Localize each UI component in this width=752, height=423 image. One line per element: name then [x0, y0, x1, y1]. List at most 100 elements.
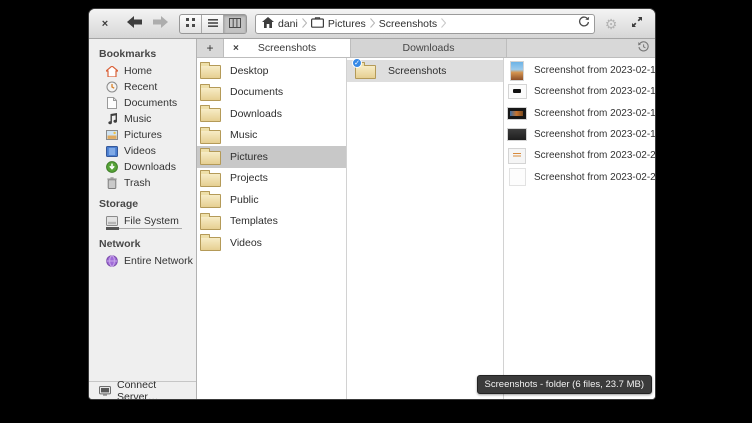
chevron-right-icon: [370, 15, 375, 33]
folder-icon: [200, 108, 221, 122]
column-view-icon: [229, 15, 241, 33]
chevron-right-icon: [441, 15, 446, 33]
refresh-icon: [578, 15, 590, 33]
folder-label: Public: [230, 194, 259, 206]
image-thumbnail-icon: [507, 61, 527, 81]
back-arrow-icon: [127, 15, 142, 33]
tab-label: Screenshots: [258, 42, 316, 54]
folder-label: Templates: [230, 215, 278, 227]
home-icon: [262, 17, 274, 31]
folder-row-screenshots-selected[interactable]: ✓ Screenshots: [347, 60, 503, 82]
folder-icon: [200, 194, 221, 208]
file-row[interactable]: Screenshot from 2023-02-15 17...: [504, 124, 655, 145]
sidebar-item-file-system[interactable]: File System: [89, 213, 196, 229]
folder-icon: [200, 87, 221, 101]
downloads-icon: [106, 161, 118, 173]
sidebar-item-recent[interactable]: Recent: [89, 79, 196, 95]
image-thumbnail-icon: [507, 82, 527, 102]
folder-label: Screenshots: [388, 65, 446, 77]
sidebar-spacer: [89, 269, 196, 381]
forward-button[interactable]: [149, 14, 171, 34]
settings-button[interactable]: ⚙: [601, 14, 621, 34]
image-thumbnail-icon: [507, 103, 527, 123]
folder-label: Desktop: [230, 65, 269, 77]
sidebar-item-trash[interactable]: Trash: [89, 175, 196, 191]
home-icon: [106, 65, 118, 77]
sidebar-item-label: Home: [124, 65, 152, 77]
grid-view-button[interactable]: [180, 15, 202, 33]
folder-icon: [200, 216, 221, 230]
folder-icon: ✓: [355, 65, 376, 79]
sidebar-item-videos[interactable]: Videos: [89, 143, 196, 159]
connect-server-label: Connect Server…: [117, 379, 196, 401]
music-icon: [106, 113, 118, 125]
sidebar-item-label: Pictures: [124, 129, 162, 141]
sidebar-item-documents[interactable]: Documents: [89, 95, 196, 111]
window-close-button[interactable]: ×: [97, 16, 113, 32]
breadcrumb-segment-pictures[interactable]: Pictures: [309, 17, 368, 31]
folder-row-templates[interactable]: Templates: [197, 211, 346, 233]
breadcrumb-segment-home[interactable]: dani: [260, 17, 300, 31]
file-row[interactable]: Screenshot from 2023-02-23 20...: [504, 166, 655, 187]
list-view-icon: [208, 15, 218, 33]
breadcrumb-segment-current[interactable]: Screenshots: [377, 18, 439, 30]
sidebar-item-pictures[interactable]: Pictures: [89, 127, 196, 143]
close-tab-icon[interactable]: ×: [233, 39, 239, 57]
status-tooltip: Screenshots - folder (6 files, 23.7 MB): [477, 375, 652, 394]
pictures-folder-icon: [311, 17, 324, 31]
back-button[interactable]: [123, 14, 145, 34]
tab-label: Downloads: [403, 42, 455, 54]
server-icon: [99, 385, 111, 397]
disk-usage-fill: [106, 227, 119, 230]
folder-row-music[interactable]: Music: [197, 125, 346, 147]
file-row[interactable]: Screenshot from 2023-02-14 23...: [504, 60, 655, 81]
tab-downloads[interactable]: Downloads: [351, 39, 507, 57]
sidebar-item-music[interactable]: Music: [89, 111, 196, 127]
sidebar-header-storage: Storage: [89, 195, 196, 213]
gear-icon: ⚙: [605, 17, 618, 31]
folder-row-documents[interactable]: Documents: [197, 82, 346, 104]
folder-row-downloads[interactable]: Downloads: [197, 103, 346, 125]
disk-usage-bar: [106, 228, 182, 229]
connect-server-button[interactable]: Connect Server…: [89, 381, 196, 399]
file-name: Screenshot from 2023-02-15 16...: [534, 108, 655, 119]
sidebar-item-label: Recent: [124, 81, 157, 93]
sidebar-item-home[interactable]: Home: [89, 63, 196, 79]
restore-tabs-button[interactable]: [631, 39, 655, 57]
sidebar-item-label: Downloads: [124, 161, 176, 173]
refresh-button[interactable]: [578, 15, 590, 33]
files-column: Screenshot from 2023-02-14 23... Screens…: [504, 58, 655, 399]
column-view-button[interactable]: [224, 15, 246, 33]
tab-bar-filler: [507, 39, 631, 57]
grid-view-icon: [186, 15, 196, 33]
image-thumbnail-icon: [507, 167, 527, 187]
new-tab-button[interactable]: +: [197, 39, 224, 57]
trash-icon: [106, 177, 118, 189]
folder-label: Projects: [230, 172, 268, 184]
sidebar-item-downloads[interactable]: Downloads: [89, 159, 196, 175]
sidebar-item-entire-network[interactable]: Entire Network: [89, 253, 196, 269]
pictures-icon: [106, 129, 118, 141]
tab-screenshots[interactable]: × Screenshots: [224, 39, 351, 57]
file-row[interactable]: Screenshot from 2023-02-14 23...: [504, 81, 655, 102]
breadcrumb-label: dani: [278, 18, 298, 30]
folder-icon: [200, 130, 221, 144]
file-row[interactable]: Screenshot from 2023-02-15 16...: [504, 103, 655, 124]
sidebar-item-label: Videos: [124, 145, 156, 157]
folder-row-public[interactable]: Public: [197, 189, 346, 211]
file-name: Screenshot from 2023-02-23 20...: [534, 172, 655, 183]
folder-row-desktop[interactable]: Desktop: [197, 60, 346, 82]
breadcrumb[interactable]: dani Pictures Screenshots: [255, 14, 595, 34]
folder-row-videos[interactable]: Videos: [197, 232, 346, 254]
folder-label: Documents: [230, 86, 283, 98]
list-view-button[interactable]: [202, 15, 224, 33]
fullscreen-button[interactable]: [627, 14, 647, 34]
folder-row-pictures-selected[interactable]: Pictures: [197, 146, 346, 168]
recent-icon: [106, 81, 118, 93]
file-row[interactable]: Screenshot from 2023-02-23 20...: [504, 145, 655, 166]
folder-row-projects[interactable]: Projects: [197, 168, 346, 190]
history-icon: [638, 41, 649, 55]
chevron-right-icon: [302, 15, 307, 33]
folder-icon: [200, 151, 221, 165]
column-view: Desktop Documents Downloads Music: [197, 58, 655, 399]
